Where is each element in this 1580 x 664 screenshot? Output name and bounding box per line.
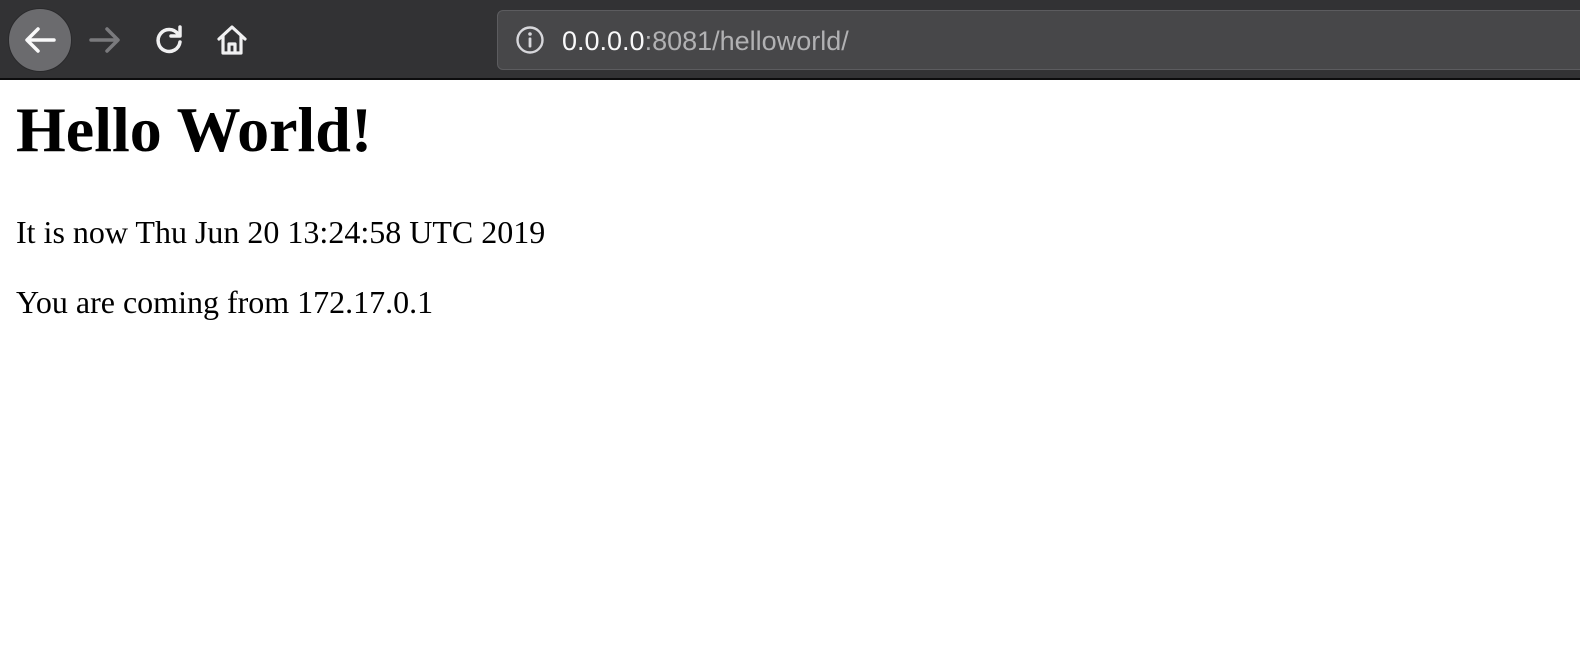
arrow-right-icon — [89, 27, 120, 53]
reload-button[interactable] — [137, 8, 201, 72]
info-icon[interactable] — [515, 25, 545, 55]
reload-icon — [156, 25, 182, 54]
url-host: 0.0.0.0 — [562, 26, 645, 56]
url-path: :8081/helloworld/ — [644, 26, 849, 56]
arrow-left-icon — [25, 27, 56, 53]
url-bar[interactable]: 0.0.0.0:8081/helloworld/ — [497, 10, 1580, 70]
page-heading: Hello World! — [16, 94, 373, 165]
url-text[interactable]: 0.0.0.0:8081/helloworld/ — [562, 23, 849, 59]
client-ip-text: You are coming from 172.17.0.1 — [16, 284, 434, 320]
home-icon — [217, 25, 247, 55]
back-button[interactable] — [8, 8, 72, 72]
browser-toolbar: 0.0.0.0:8081/helloworld/ — [0, 0, 1580, 80]
home-button[interactable] — [200, 8, 264, 72]
current-time-text: It is now Thu Jun 20 13:24:58 UTC 2019 — [16, 214, 546, 250]
forward-button[interactable] — [73, 8, 137, 72]
